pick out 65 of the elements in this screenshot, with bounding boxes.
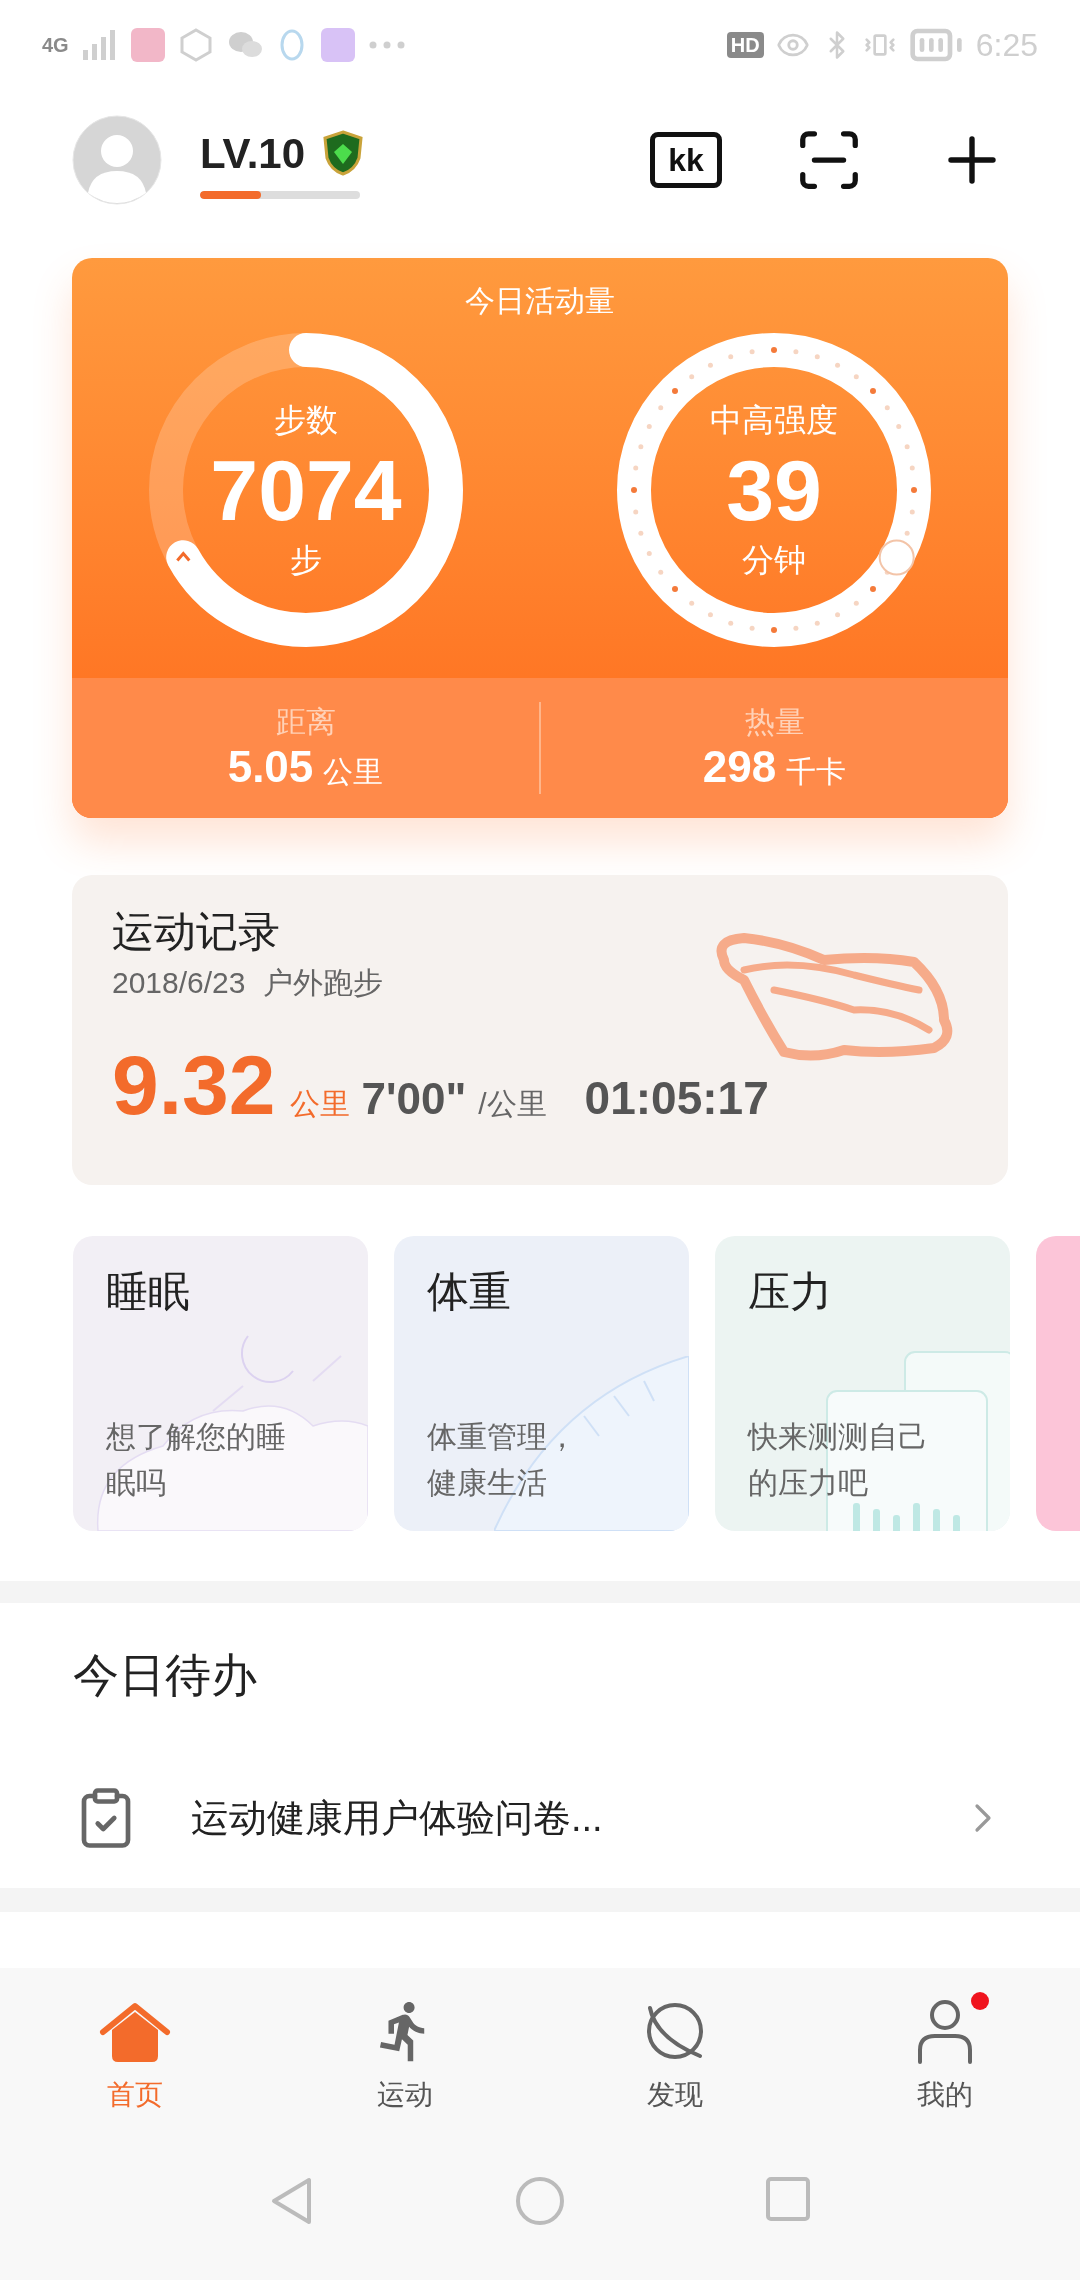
distance-unit: 公里 (289, 1086, 350, 1122)
app-icon (320, 28, 355, 62)
feature-title: 睡眠 (106, 1267, 190, 1317)
chart-bar (893, 1515, 900, 1531)
record-pace: 7'00" (361, 1073, 467, 1125)
home-button-icon[interactable] (515, 2176, 565, 2226)
feature-card[interactable]: 睡眠 想了解您的睡 眠吗 (73, 1236, 368, 1531)
nav-tab[interactable]: 发现 (540, 1968, 810, 2168)
record-duration: 01:05:17 (584, 1071, 769, 1126)
signal-icon (82, 30, 117, 60)
chart-bar (933, 1509, 940, 1531)
card-title: 今日活动量 (465, 283, 615, 319)
nav-label: 运动 (377, 2078, 433, 2112)
ring-unit: 分钟 (742, 541, 806, 580)
ring-value: 7074 (210, 441, 402, 540)
home-icon (99, 2002, 171, 2064)
stat-label: 热量 (744, 704, 805, 740)
ring-label: 步数 (274, 401, 338, 440)
chart-bar (953, 1515, 960, 1531)
ring-value: 39 (726, 441, 822, 540)
hd-badge: HD (726, 32, 764, 58)
stat-unit: 千卡 (786, 754, 847, 790)
ticket-button[interactable]: kk (650, 132, 722, 188)
feature-title: 体重 (427, 1267, 511, 1317)
ring-label: 中高强度 (710, 401, 838, 440)
record-card[interactable]: 运动记录 2018/6/23 户外跑步 9.32 公里 7'00" /公里 01:05:17 (72, 875, 1008, 1185)
feature-description: 的压力吧 (748, 1465, 869, 1501)
feature-description: 健康生活 (427, 1465, 548, 1501)
more-icon (368, 41, 405, 49)
feature-description: 想了解您的睡 (106, 1419, 286, 1455)
stat-unit: 公里 (323, 754, 384, 790)
level-label: LV.10 (200, 128, 306, 179)
stat-value: 5.05 (227, 742, 314, 792)
feature-card[interactable]: 压力 快来测测自己 的压力吧 (715, 1236, 1010, 1531)
nav-label: 我的 (917, 2078, 973, 2112)
caret-icon (176, 551, 191, 562)
todo-item[interactable]: 运动健康用户体验问卷... (73, 1748, 1007, 1888)
avatar[interactable] (72, 115, 162, 205)
recents-icon[interactable] (765, 2176, 811, 2222)
record-title: 运动记录 (112, 907, 281, 957)
ring-unit: 步 (290, 541, 322, 580)
feature-card[interactable]: 体重 体重管理， 健康生活 (394, 1236, 689, 1531)
feature-title: 压力 (748, 1267, 832, 1317)
progress-knob (878, 539, 915, 576)
network-label: 4G (42, 35, 69, 55)
stat-label: 距离 (275, 704, 336, 740)
record-date: 2018/6/23 (112, 965, 246, 1001)
app-icon (130, 28, 165, 62)
pace-unit: /公里 (478, 1086, 547, 1122)
feature-description: 眠吗 (106, 1465, 167, 1501)
nav-tab[interactable]: 运动 (270, 1968, 540, 2168)
feature-description: 体重管理， (427, 1419, 577, 1455)
nav-tab[interactable]: 我的 (810, 1968, 1080, 2168)
record-type: 户外跑步 (263, 965, 384, 1001)
person-icon (915, 1998, 975, 2064)
section-title: 今日待办 (73, 1648, 257, 1703)
todo-text: 运动健康用户体验问卷... (191, 1795, 603, 1841)
nav-label: 发现 (647, 2078, 703, 2112)
stat-value: 298 (702, 742, 777, 792)
chart-bar (853, 1503, 860, 1531)
chart-bar (873, 1509, 880, 1531)
feature-description: 快来测测自己 (748, 1419, 928, 1455)
nav-label: 首页 (107, 2078, 163, 2112)
record-distance: 9.32 (112, 1037, 276, 1134)
chart-bar (913, 1503, 920, 1531)
